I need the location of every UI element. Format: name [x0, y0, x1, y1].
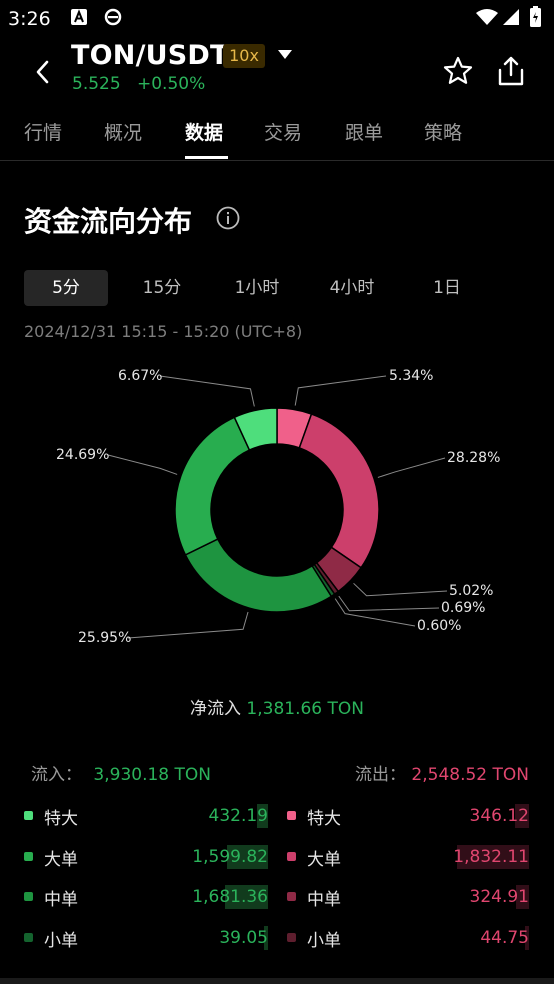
outflow-dot [287, 852, 296, 861]
leader-line [107, 454, 178, 475]
interval-4h[interactable]: 4小时 [310, 270, 394, 306]
price-change: +0.50% [137, 74, 206, 94]
date-range: 2024/12/31 15:15 - 15:20 (UTC+8) [24, 322, 303, 341]
outflow-row-value: 1,832.11 [453, 847, 529, 867]
pair-dropdown-caret-icon[interactable] [278, 50, 292, 59]
interval-15m[interactable]: 15分 [120, 270, 204, 306]
inflow-row-label: 大单 [44, 850, 78, 870]
outflow-dot [287, 892, 296, 901]
inflow-dot [24, 852, 33, 861]
slice-percent-label: 25.95% [78, 630, 131, 646]
outflow-row-value: 44.75 [480, 928, 529, 948]
donut-slice [174, 416, 251, 556]
leader-line [377, 457, 446, 478]
status-time: 3:26 [8, 8, 51, 30]
net-flow-value: 1,381.66 TON [246, 699, 364, 719]
leader-line [159, 375, 255, 407]
inflow-row-value: 432.19 [208, 806, 268, 826]
outflow-row-label: 大单 [307, 850, 341, 870]
net-flow: 净流入 1,381.66 TON [0, 694, 554, 719]
interval-5m[interactable]: 5分 [24, 270, 108, 306]
outflow-row-label: 小单 [307, 931, 341, 951]
outflow-total: 流出： 2,548.52 TON [355, 760, 529, 785]
last-price: 5.525 [72, 74, 121, 94]
inflow-row-value: 1,681.36 [192, 887, 268, 907]
tab-copy-trading[interactable]: 跟单 [345, 118, 383, 145]
outflow-row-value: 346.12 [469, 806, 529, 826]
donut-slice [298, 413, 380, 569]
status-bar: 3:26 [0, 0, 554, 38]
interval-1h[interactable]: 1小时 [215, 270, 299, 306]
slice-percent-label: 28.28% [447, 450, 500, 466]
tab-data[interactable]: 数据 [185, 118, 223, 145]
back-arrow-icon[interactable] [32, 58, 54, 86]
outflow-dot [287, 811, 296, 820]
slice-percent-label: 0.60% [417, 618, 461, 634]
inflow-row-value: 1,599.82 [192, 847, 268, 867]
outflow-label: 流出： [355, 765, 406, 785]
inflow-dot [24, 892, 33, 901]
bottom-edge [0, 978, 554, 984]
share-icon[interactable] [496, 55, 526, 87]
fund-flow-donut-chart: 5.34% 28.28% 5.02%0.69% 0.60% 25.95% 24.69% 6.… [56, 368, 500, 646]
tab-trade[interactable]: 交易 [264, 118, 302, 145]
slice-percent-label: 0.69% [441, 600, 485, 616]
inflow-row-value: 39.05 [219, 928, 268, 948]
donut-slice [184, 538, 333, 613]
favorite-star-icon[interactable] [442, 55, 474, 87]
leader-line [353, 582, 448, 597]
tab-overview[interactable]: 概况 [104, 118, 142, 145]
outflow-row-value: 324.91 [469, 887, 529, 907]
outflow-dot [287, 933, 296, 942]
slice-percent-label: 5.34% [389, 368, 433, 384]
trading-pair-title[interactable]: TON/USDT [71, 40, 229, 71]
slice-percent-label: 24.69% [56, 447, 109, 463]
leverage-badge[interactable]: 10x [223, 44, 265, 68]
active-tab-indicator [185, 156, 228, 159]
net-flow-label: 净流入 [190, 699, 241, 719]
inflow-label: 流入： [31, 765, 82, 785]
signal-icon [503, 9, 519, 25]
inflow-row-label: 特大 [44, 809, 78, 829]
leader-line [334, 598, 416, 627]
browser-notification-icon [104, 8, 122, 26]
tab-bar: 行情 概况 数据 交易 跟单 策略 [0, 112, 554, 161]
section-title: 资金流向分布 [24, 205, 193, 238]
inflow-dot [24, 933, 33, 942]
tab-market[interactable]: 行情 [24, 118, 62, 145]
interval-1d[interactable]: 1日 [405, 270, 489, 306]
slice-percent-label: 5.02% [449, 583, 493, 599]
tab-strategy[interactable]: 策略 [424, 118, 462, 145]
leader-line [294, 375, 387, 406]
battery-icon [530, 6, 541, 27]
info-icon[interactable] [216, 206, 240, 230]
leader-line [338, 595, 440, 612]
leader-line [127, 611, 249, 639]
app-notification-icon [71, 9, 87, 25]
outflow-row-label: 特大 [307, 809, 341, 829]
inflow-total: 流入： 3,930.18 TON [31, 760, 211, 785]
inflow-value: 3,930.18 TON [93, 765, 211, 785]
inflow-row-label: 小单 [44, 931, 78, 951]
slice-percent-label: 6.67% [118, 368, 162, 384]
inflow-row-label: 中单 [44, 890, 78, 910]
wifi-icon [476, 9, 498, 25]
outflow-row-label: 中单 [307, 890, 341, 910]
outflow-value: 2,548.52 TON [411, 765, 529, 785]
inflow-dot [24, 811, 33, 820]
